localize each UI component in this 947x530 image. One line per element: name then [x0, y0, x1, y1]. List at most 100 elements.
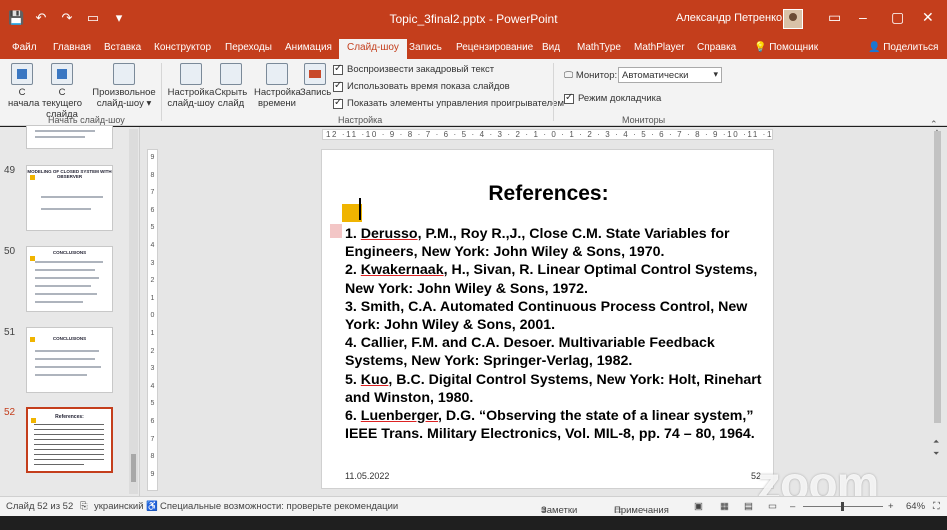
tab-tell-me[interactable]: 💡 Помощник: [754, 42, 818, 53]
use-timings-label: Использовать время показа слайдов: [347, 81, 510, 92]
thumbnail-graph-line: [41, 196, 103, 198]
reference-author-misspelled: Kwakernaak: [360, 262, 444, 279]
taskbar-strip: [0, 516, 947, 530]
thumbnail-title: References:: [55, 414, 84, 420]
record-button[interactable]: Запись: [300, 63, 331, 98]
reading-view-icon[interactable]: ▤: [744, 501, 753, 512]
scrollbar-thumb[interactable]: [934, 131, 941, 423]
rehearse-timings-button[interactable]: Настройка времени: [254, 63, 301, 109]
slide-thumbnail[interactable]: [26, 125, 113, 149]
close-icon[interactable]: ✕: [922, 9, 934, 26]
presenter-view-checkbox[interactable]: Режим докладчика: [564, 92, 661, 104]
accessibility-status[interactable]: Специальные возможности: проверьте реком…: [160, 501, 398, 512]
tab-review[interactable]: Рецензирование: [456, 42, 533, 53]
hide-label-1: Скрыть: [214, 87, 248, 98]
comments-label: Примечания: [614, 505, 669, 516]
use-timings-checkbox[interactable]: Использовать время показа слайдов: [333, 80, 510, 92]
tab-slideshow[interactable]: Слайд-шоу: [339, 39, 407, 59]
vertical-ruler-mark: 6: [150, 418, 155, 425]
maximize-icon[interactable]: ▢: [891, 9, 904, 26]
slide-sorter-icon[interactable]: ▦: [720, 501, 729, 512]
checkbox-checked-icon: [333, 80, 343, 92]
start-group-label: Начать слайд-шоу: [48, 115, 125, 125]
show-media-controls-label: Показать элементы управления проигрывате…: [347, 98, 565, 109]
setup-icon: [180, 63, 202, 85]
vertical-ruler-mark: 5: [150, 400, 155, 408]
tab-record[interactable]: Запись: [409, 42, 442, 53]
slideshow-icon: [11, 63, 33, 85]
prev-slide-icon[interactable]: ⏶: [933, 437, 939, 447]
thumbnail-text-line: [34, 439, 104, 440]
normal-view-icon[interactable]: ▣: [694, 501, 703, 512]
lightbulb-icon: 💡: [754, 42, 767, 53]
slide-thumbnail[interactable]: CONCLUSIONS: [26, 246, 113, 312]
show-media-controls-checkbox[interactable]: Показать элементы управления проигрывате…: [333, 97, 565, 109]
thumbnail-text-line: [34, 459, 104, 460]
custom-show-label-1: Произвольное: [92, 87, 156, 98]
tab-animations[interactable]: Анимация: [285, 42, 332, 53]
slide-title[interactable]: References:: [322, 182, 775, 206]
tab-mathtype[interactable]: MathType: [577, 42, 621, 53]
hide-slide-button[interactable]: Скрыть слайд: [214, 63, 248, 109]
tab-help[interactable]: Справка: [697, 42, 736, 53]
monitor-select[interactable]: Автоматически: [618, 67, 722, 83]
vertical-ruler-mark: 7: [150, 435, 155, 443]
from-current-button[interactable]: С текущего слайда: [38, 63, 86, 120]
document-title: Topic_3final2.pptx - PowerPoint: [389, 12, 558, 26]
title-bar: 💾 ↶ ↷ ▭ ▾ Topic_3final2.pptx - PowerPoin…: [0, 0, 947, 39]
setup-group-label: Настройка: [338, 115, 383, 125]
slide-thumbnail[interactable]: MODELING OF CLOSED SYSTEM WITH OBSERVER: [26, 165, 113, 231]
zoom-slider-handle[interactable]: [841, 502, 844, 511]
custom-slideshow-button[interactable]: Произвольное слайд-шоу ▾: [92, 63, 156, 109]
tab-transitions[interactable]: Переходы: [225, 42, 272, 53]
language-indicator[interactable]: украинский: [94, 501, 144, 512]
slide-thumbnail-pane: 49 MODELING OF CLOSED SYSTEM WITH OBSERV…: [0, 125, 140, 496]
slide-canvas[interactable]: References: 1. Derusso, P.M., Roy R.,J.,…: [321, 149, 774, 489]
tell-me-label: Помощник: [769, 42, 819, 53]
thumbnail-text-line: [35, 261, 103, 263]
minimize-icon[interactable]: –: [859, 9, 867, 25]
vertical-ruler-mark: 4: [150, 242, 155, 249]
monitor-label: 🖵 Монитор:: [564, 70, 618, 81]
rehearse-label-2: времени: [258, 98, 296, 109]
avatar[interactable]: [783, 9, 803, 29]
reference-item: 6. Luenberger, D.G. “Observing the state…: [345, 408, 755, 443]
thumbnail-decoration: [30, 175, 35, 180]
vertical-ruler-mark: 3: [150, 259, 155, 267]
tab-view[interactable]: Вид: [542, 42, 560, 53]
slide-number: 50: [4, 246, 16, 257]
ribbon: С начала С текущего слайда Произвольное …: [0, 59, 947, 129]
spellcheck-icon[interactable]: ⎘: [80, 501, 88, 512]
tab-design[interactable]: Конструктор: [154, 42, 211, 53]
user-name[interactable]: Александр Петренко: [676, 12, 782, 24]
zoom-out-icon[interactable]: –: [790, 501, 795, 512]
tab-home[interactable]: Главная: [53, 42, 91, 53]
editor-scrollbar[interactable]: ▲ ⏶ ⏷: [931, 127, 945, 496]
vertical-ruler-mark: 2: [150, 277, 155, 285]
vertical-ruler-mark: 4: [150, 382, 155, 390]
slideshow-view-icon[interactable]: ▭: [768, 501, 777, 512]
thumbnail-title: MODELING OF CLOSED SYSTEM WITH OBSERVER: [27, 169, 112, 179]
zoom-in-icon[interactable]: +: [888, 501, 894, 512]
tab-mathplayer[interactable]: MathPlayer: [634, 42, 685, 53]
accessibility-icon[interactable]: ♿: [146, 501, 158, 512]
share-button[interactable]: 👤 Поделиться: [868, 42, 938, 53]
thumbnail-text-line: [34, 454, 104, 455]
next-slide-icon[interactable]: ⏷: [933, 449, 939, 459]
thumbnail-scrollbar[interactable]: [129, 129, 138, 494]
slide-thumbnail-selected[interactable]: References:: [26, 407, 113, 473]
thumbnail-text-line: [35, 285, 91, 287]
zoom-level[interactable]: 64%: [906, 501, 925, 512]
ribbon-display-icon[interactable]: ▭: [828, 9, 841, 26]
references-list[interactable]: 1. Derusso, P.M., Roy R.,J., Close C.M. …: [345, 225, 765, 443]
tab-insert[interactable]: Вставка: [104, 42, 141, 53]
thumbnail-text-line: [35, 130, 95, 132]
slide-thumbnail[interactable]: CONCLUSIONS: [26, 327, 113, 393]
fit-slide-icon[interactable]: ⛶: [933, 501, 940, 512]
setup-slideshow-button[interactable]: Настройка слайд-шоу: [167, 63, 215, 109]
thumbnail-text-line: [35, 136, 85, 138]
timer-icon: [266, 63, 288, 85]
from-beginning-button[interactable]: С начала: [8, 63, 39, 109]
tab-file[interactable]: Файл: [12, 42, 37, 53]
play-narrations-checkbox[interactable]: Воспроизвести закадровый текст: [333, 63, 494, 75]
